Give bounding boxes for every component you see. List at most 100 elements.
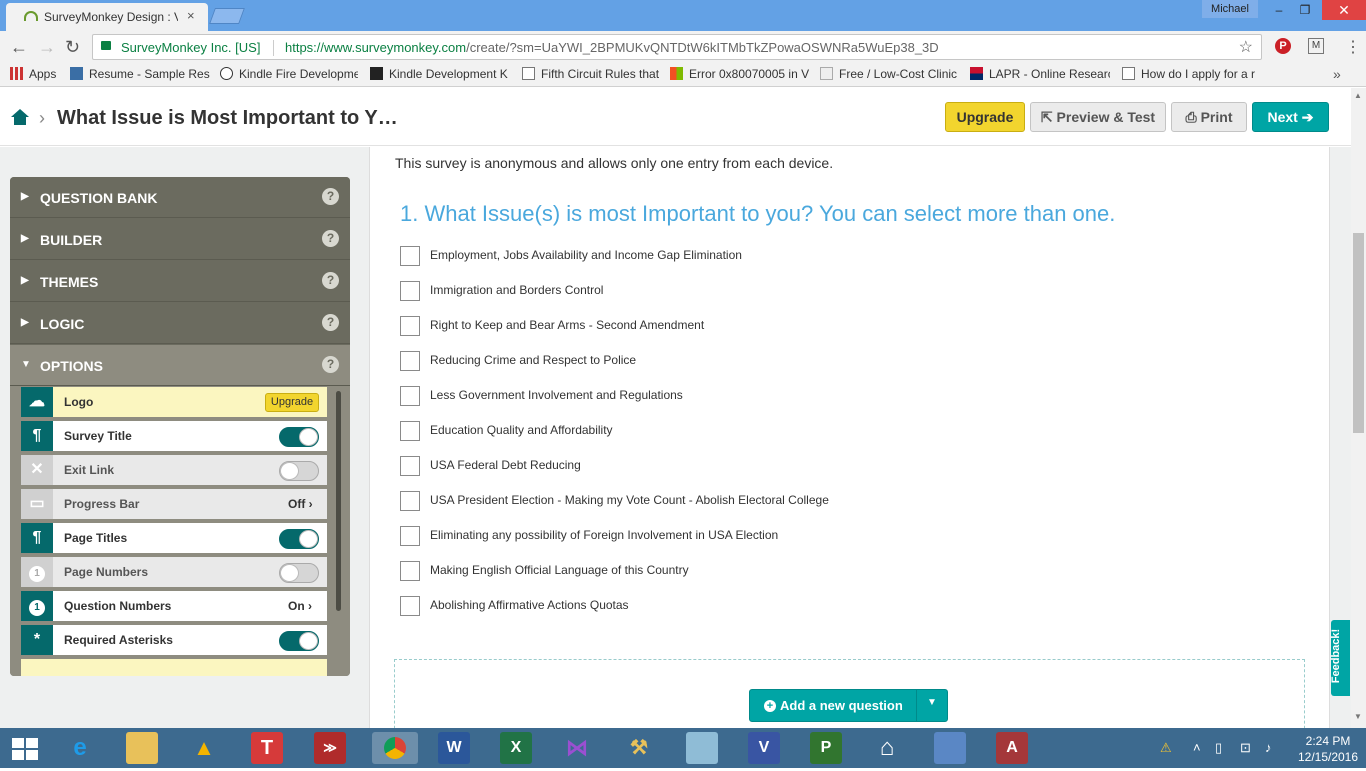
option-page-numbers[interactable]: 1 Page Numbers — [21, 557, 327, 587]
internet-explorer-icon[interactable]: e — [64, 732, 96, 764]
page-numbers-toggle[interactable] — [279, 563, 319, 583]
google-drive-icon[interactable]: ▲ — [188, 732, 220, 764]
exit-link-toggle[interactable] — [279, 461, 319, 481]
file-explorer-icon[interactable] — [126, 732, 158, 764]
access-icon[interactable]: A — [996, 732, 1028, 764]
logo-upgrade-button[interactable]: Upgrade — [265, 393, 319, 412]
bookmark-star-icon[interactable]: ☆ — [1239, 37, 1253, 57]
new-tab-button[interactable] — [209, 8, 245, 24]
address-bar[interactable]: SurveyMonkey Inc. [US] https://www.surve… — [92, 34, 1262, 60]
survey-title-toggle[interactable] — [279, 427, 319, 447]
option-partial-row[interactable] — [21, 659, 327, 676]
home-app-icon[interactable]: ⌂ — [871, 732, 903, 764]
scroll-down-arrow-icon[interactable]: ▼ — [1354, 712, 1362, 721]
chrome-menu-icon[interactable]: ⋮ — [1345, 37, 1361, 57]
network-icon[interactable]: ⊡ — [1240, 740, 1251, 756]
t-app-icon[interactable]: T — [251, 732, 283, 764]
pdf-app-icon[interactable]: ≫ — [314, 732, 346, 764]
help-icon[interactable]: ? — [322, 188, 339, 205]
help-icon[interactable]: ? — [322, 272, 339, 289]
help-icon[interactable]: ? — [322, 230, 339, 247]
section-logic[interactable]: ▶ LOGIC? — [10, 303, 350, 344]
option-question-numbers[interactable]: 1 Question Numbers On › — [21, 591, 327, 621]
bookmark-kindle-fire[interactable]: Kindle Fire Developme — [220, 67, 358, 81]
preview-test-button[interactable]: ⇱ Preview & Test — [1030, 102, 1166, 132]
back-arrow-icon[interactable]: ← — [10, 37, 28, 58]
checkbox[interactable] — [400, 281, 420, 301]
option-survey-title[interactable]: ¶ Survey Title — [21, 421, 327, 451]
profile-button[interactable]: Michael — [1202, 0, 1258, 18]
bookmarks-overflow-icon[interactable]: » — [1333, 66, 1341, 82]
volume-icon[interactable]: ♪ — [1265, 740, 1272, 755]
project-icon[interactable]: P — [810, 732, 842, 764]
bookmark-resume[interactable]: Resume - Sample Res — [70, 67, 210, 81]
checkbox[interactable] — [400, 456, 420, 476]
visual-studio-icon[interactable]: ⋈ — [561, 732, 593, 764]
feedback-tab[interactable]: Feedback! — [1330, 620, 1350, 696]
required-asterisks-toggle[interactable] — [279, 631, 319, 651]
section-builder[interactable]: ▶ BUILDER? — [10, 219, 350, 260]
notepad-icon[interactable] — [686, 732, 718, 764]
option-page-titles[interactable]: ¶ Page Titles — [21, 523, 327, 553]
caret-down-icon[interactable]: ▼ — [927, 697, 937, 708]
home-icon[interactable] — [11, 109, 29, 125]
scroll-up-arrow-icon[interactable]: ▲ — [1354, 91, 1362, 100]
url-text[interactable]: https://www.surveymonkey.com/create/?sm=… — [285, 40, 939, 55]
page-scrollbar[interactable]: ▲ ▼ — [1351, 88, 1366, 728]
excel-icon[interactable]: X — [500, 732, 532, 764]
visio-icon[interactable]: V — [748, 732, 780, 764]
option-exit-link[interactable]: ✕ Exit Link — [21, 455, 327, 485]
checkbox[interactable] — [400, 561, 420, 581]
bookmark-apps[interactable]: Apps — [10, 67, 65, 81]
system-clock[interactable]: 2:24 PM 12/15/2016 — [1290, 733, 1366, 765]
help-icon[interactable]: ? — [322, 314, 339, 331]
chrome-icon[interactable] — [372, 732, 418, 764]
chart-app-icon[interactable] — [934, 732, 966, 764]
section-options[interactable]: ▼ OPTIONS? — [10, 345, 350, 386]
forward-arrow-icon[interactable]: → — [38, 37, 56, 58]
bookmark-fifth-circuit[interactable]: Fifth Circuit Rules that — [522, 67, 660, 81]
checkbox[interactable] — [400, 421, 420, 441]
help-icon[interactable]: ? — [322, 356, 339, 373]
checkbox[interactable] — [400, 246, 420, 266]
checkbox[interactable] — [400, 351, 420, 371]
minimize-button[interactable]: – — [1266, 0, 1292, 20]
checkbox[interactable] — [400, 386, 420, 406]
windows-start-icon[interactable] — [12, 738, 38, 760]
warning-icon[interactable]: ⚠ — [1160, 740, 1172, 756]
upgrade-button[interactable]: Upgrade — [945, 102, 1025, 132]
survey-intro-text[interactable]: This survey is anonymous and allows only… — [395, 155, 833, 171]
bookmark-lapr[interactable]: LAPR - Online Researc — [970, 67, 1110, 81]
checkbox[interactable] — [400, 491, 420, 511]
option-required-asterisks[interactable]: * Required Asterisks — [21, 625, 327, 655]
scroll-thumb[interactable] — [1353, 233, 1364, 433]
checkbox[interactable] — [400, 316, 420, 336]
option-progress-bar[interactable]: ▭ Progress Bar Off › — [21, 489, 327, 519]
option-logo[interactable]: ☁ Logo Upgrade — [21, 387, 327, 417]
tools-icon[interactable]: ⚒ — [623, 732, 655, 764]
browser-tab[interactable]: SurveyMonkey Design : V × — [6, 3, 208, 31]
bookmark-clinic[interactable]: Free / Low-Cost Clinic — [820, 67, 958, 81]
tab-close-icon[interactable]: × — [187, 8, 195, 23]
page-title[interactable]: What Issue is Most Important to Y… — [57, 107, 398, 130]
section-question-bank[interactable]: ▶ QUESTION BANK? — [10, 177, 350, 218]
bookmark-how-apply[interactable]: How do I apply for a r — [1122, 67, 1258, 81]
device-icon[interactable]: ▯ — [1215, 740, 1222, 756]
reload-icon[interactable]: ↻ — [65, 37, 80, 58]
print-button[interactable]: ⎙ Print — [1171, 102, 1247, 132]
add-question-button[interactable]: + Add a new question ▼ — [749, 689, 948, 722]
options-scrollbar[interactable] — [336, 391, 341, 611]
word-icon[interactable]: W — [438, 732, 470, 764]
tray-expand-icon[interactable]: ˄ — [1193, 740, 1201, 755]
bookmark-kindle-dev[interactable]: Kindle Development K — [370, 67, 510, 81]
close-window-button[interactable]: ✕ — [1322, 0, 1366, 20]
checkbox[interactable] — [400, 596, 420, 616]
restore-button[interactable]: ❐ — [1292, 0, 1318, 20]
section-themes[interactable]: ▶ THEMES? — [10, 261, 350, 302]
pinterest-extension-icon[interactable]: P — [1275, 38, 1291, 54]
extension-m-icon[interactable]: M — [1308, 38, 1324, 54]
next-button[interactable]: Next ➔ — [1252, 102, 1329, 132]
bookmark-error[interactable]: Error 0x80070005 in V — [670, 67, 810, 81]
question-title[interactable]: 1. What Issue(s) is most Important to yo… — [400, 201, 1115, 227]
page-titles-toggle[interactable] — [279, 529, 319, 549]
